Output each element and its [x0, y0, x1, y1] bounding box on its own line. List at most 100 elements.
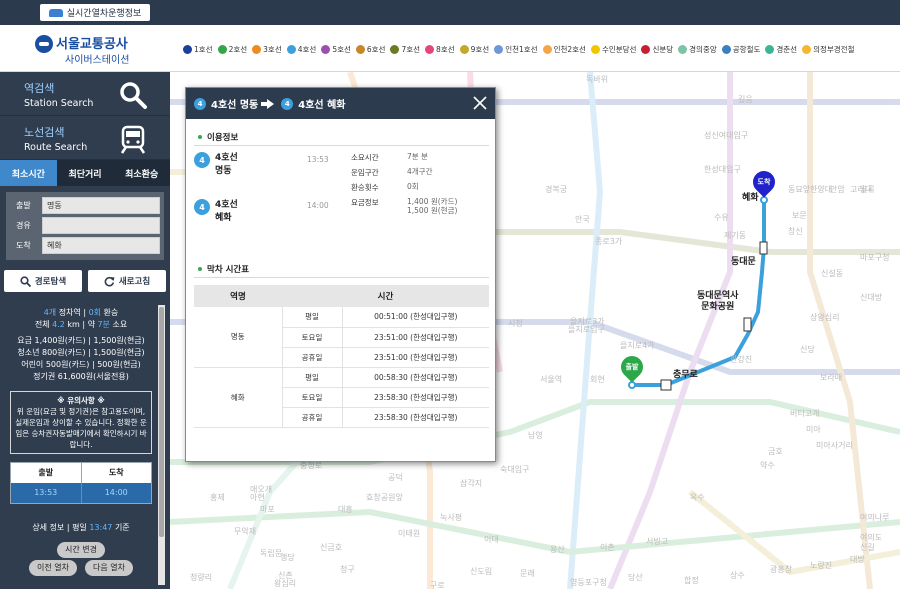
map-station-label[interactable]: 청량리 — [190, 572, 212, 583]
station-ddp[interactable]: 동대문역사 문화공원 — [697, 291, 738, 313]
route-search-button[interactable]: 경로탐색 — [4, 270, 82, 292]
map-station-label[interactable]: 동묘앞 — [788, 184, 810, 195]
depart-field[interactable]: 명동 — [42, 197, 160, 214]
map-station-label[interactable]: 영등포구청 — [570, 577, 607, 588]
legend-item[interactable]: 공항철도 — [721, 44, 760, 55]
map-station-label[interactable]: 회현 — [590, 374, 605, 385]
legend-item[interactable]: 6호선 — [355, 44, 385, 55]
realtime-train-button[interactable]: 실시간열차운행정보 — [40, 4, 150, 21]
map-station-label[interactable]: 상수 — [730, 570, 745, 581]
map-station-label[interactable]: 을지로4가 — [620, 340, 655, 351]
map-station-label[interactable]: 삼각지 — [460, 478, 482, 489]
map-station-label[interactable]: 한강진 — [730, 354, 752, 365]
legend-item[interactable]: 3호선 — [252, 44, 282, 55]
map-station-label[interactable]: 숙대입구 — [500, 464, 529, 475]
map-station-label[interactable]: 길음 — [738, 94, 753, 105]
map-station-label[interactable]: 성신여대입구 — [704, 130, 748, 141]
map-station-label[interactable]: 무악재 — [234, 526, 256, 537]
map-station-label[interactable]: 행당 — [280, 552, 295, 563]
map-station-label[interactable]: 보라매 — [820, 372, 842, 383]
time-change-button[interactable]: 시간 변경 — [57, 542, 105, 558]
map-station-label[interactable]: 공덕 — [388, 472, 403, 483]
map-station-label[interactable]: 을지로3가 — [570, 316, 605, 327]
map-station-label[interactable]: 구로 — [430, 580, 445, 589]
map-station-label[interactable]: 여의도 — [860, 532, 882, 543]
refresh-button[interactable]: 새로고침 — [88, 270, 166, 292]
route-search-tile[interactable]: 노선검색 Route Search — [0, 116, 170, 160]
map-station-label[interactable]: 제기동 — [724, 230, 746, 241]
map-station-label[interactable]: 시청 — [508, 318, 523, 329]
map-station-label[interactable]: 보문 — [792, 210, 807, 221]
legend-item[interactable]: 4호선 — [286, 44, 316, 55]
map-station-label[interactable]: 금호 — [768, 446, 783, 457]
arrive-field[interactable]: 혜화 — [42, 237, 160, 254]
map-station-label[interactable]: 신설동 — [821, 268, 843, 279]
map-station-label[interactable]: 마포구청 — [860, 252, 889, 263]
map-station-label[interactable]: 아현 — [250, 492, 265, 503]
scrollbar-thumb[interactable] — [159, 307, 164, 537]
legend-item[interactable]: 신분당 — [641, 44, 673, 55]
legend-item[interactable]: 5호선 — [321, 44, 351, 55]
map-station-label[interactable]: 신당 — [800, 344, 815, 355]
legend-item[interactable]: 9호선 — [459, 44, 489, 55]
map-station-label[interactable]: 왕십리 — [274, 578, 296, 589]
legend-item[interactable]: 인천2호선 — [542, 44, 586, 55]
map-station-label[interactable]: 독립문 — [260, 548, 282, 559]
map-station-label[interactable]: 서빙고 — [646, 536, 668, 547]
map-station-label[interactable]: 대흥 — [338, 504, 353, 515]
map-station-label[interactable]: 마포 — [260, 504, 275, 515]
map-station-label[interactable]: 여의나루 — [860, 512, 889, 523]
map-station-label[interactable]: 종로3가 — [595, 236, 622, 247]
map-station-label[interactable]: 청구 — [340, 564, 355, 575]
map-station-label[interactable]: 한성대입구 — [704, 164, 741, 175]
map-station-label[interactable]: 독바위 — [586, 74, 608, 85]
sidebar-scrollbar[interactable] — [158, 305, 165, 585]
close-icon[interactable] — [473, 96, 487, 110]
map-station-label[interactable]: 경복궁 — [545, 184, 567, 195]
station-search-tile[interactable]: 역검색 Station Search — [0, 72, 170, 116]
map-station-label[interactable]: 월곡 — [860, 184, 875, 195]
tab-min-time[interactable]: 최소시간 — [0, 160, 57, 186]
legend-item[interactable]: 경춘선 — [765, 44, 797, 55]
legend-item[interactable]: 1호선 — [183, 44, 213, 55]
map-station-label[interactable]: 안국 — [575, 214, 590, 225]
map-station-label[interactable]: 노량진 — [810, 560, 832, 571]
station-dongdaemun[interactable]: 동대문 — [731, 257, 756, 268]
map-station-label[interactable]: 상왕십리 — [810, 312, 839, 323]
map-station-label[interactable]: 효창공원앞 — [366, 492, 403, 503]
prev-train-button[interactable]: 이전 열차 — [29, 560, 77, 576]
map-station-label[interactable]: 이촌 — [600, 542, 615, 553]
map-station-label[interactable]: 옥수 — [690, 492, 705, 503]
map-station-label[interactable]: 창신 — [788, 226, 803, 237]
next-train-button[interactable]: 다음 열차 — [85, 560, 133, 576]
map-station-label[interactable]: 이대 — [484, 534, 499, 545]
map-station-label[interactable]: 신길 — [860, 542, 875, 553]
map-station-label[interactable]: 안암 — [830, 184, 845, 195]
legend-item[interactable]: 8호선 — [425, 44, 455, 55]
legend-item[interactable]: 경의중앙 — [678, 44, 717, 55]
legend-item[interactable]: 수인분당선 — [590, 44, 636, 55]
map-station-label[interactable]: 신대방 — [860, 292, 882, 303]
map-station-label[interactable]: 미아사거리 — [816, 440, 853, 451]
legend-item[interactable]: 의정부경전철 — [802, 44, 854, 55]
station-chungmuro[interactable]: 충무로 — [673, 370, 698, 381]
map-station-label[interactable]: 한양대 — [810, 184, 832, 195]
tab-shortest[interactable]: 최단거리 — [57, 160, 114, 186]
map-station-label[interactable]: 문래 — [520, 568, 535, 579]
tab-min-transfer[interactable]: 최소환승 — [113, 160, 170, 186]
map-station-label[interactable]: 이태원 — [398, 528, 420, 539]
map-station-label[interactable]: 서울역 — [540, 374, 562, 385]
map-station-label[interactable]: 당산 — [628, 572, 643, 583]
legend-item[interactable]: 2호선 — [217, 44, 247, 55]
via-field[interactable] — [42, 217, 160, 234]
map-station-label[interactable]: 약수 — [760, 460, 775, 471]
map-station-label[interactable]: 녹사평 — [440, 512, 462, 523]
logo[interactable]: 서울교통공사 사이버스테이션 — [35, 33, 145, 66]
map-station-label[interactable]: 대방 — [850, 554, 865, 565]
map-station-label[interactable]: 용산 — [550, 544, 565, 555]
map-station-label[interactable]: 남영 — [528, 430, 543, 441]
legend-item[interactable]: 7호선 — [390, 44, 420, 55]
map-station-label[interactable]: 신도림 — [470, 566, 492, 577]
station-hyehwa[interactable]: 혜화 — [742, 193, 759, 204]
map-station-label[interactable]: 합정 — [684, 575, 699, 586]
